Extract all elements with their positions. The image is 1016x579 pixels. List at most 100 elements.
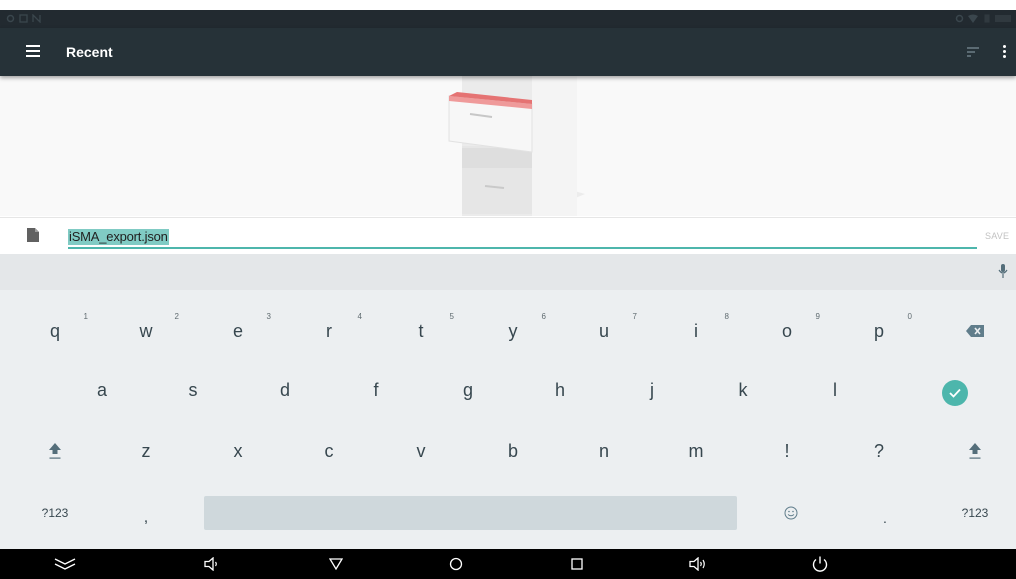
shift-key-right[interactable] — [930, 422, 1016, 480]
key-label: s — [188, 379, 198, 400]
key-r[interactable]: r4 — [284, 302, 374, 360]
key-hint: 3 — [266, 312, 271, 321]
volume-down-icon[interactable] — [192, 549, 232, 579]
key-label: c — [324, 440, 334, 461]
key-exclamation[interactable]: ! — [742, 422, 832, 480]
key-label: g — [462, 379, 473, 400]
key-p[interactable]: p0 — [834, 302, 924, 360]
key-j[interactable]: j — [607, 361, 697, 419]
key-label: o — [781, 320, 792, 341]
key-h[interactable]: h — [515, 361, 605, 419]
key-label: q — [49, 320, 60, 341]
shift-key-left[interactable] — [10, 422, 100, 480]
shift-icon — [49, 443, 61, 459]
key-label: u — [598, 320, 609, 341]
backspace-key[interactable] — [930, 302, 1016, 360]
key-label: r — [326, 320, 332, 341]
key-hint: 0 — [907, 312, 912, 321]
emoji-key[interactable] — [746, 484, 836, 542]
key-label: ?123 — [41, 506, 69, 520]
key-hint: 8 — [724, 312, 729, 321]
key-label: ! — [784, 440, 790, 461]
key-label: e — [232, 320, 243, 341]
key-hint: 6 — [541, 312, 546, 321]
key-e[interactable]: e3 — [193, 302, 283, 360]
key-label: i — [694, 320, 698, 341]
key-a[interactable]: a — [57, 361, 147, 419]
suggestion-strip — [0, 254, 1016, 290]
wifi-status-icon — [968, 14, 978, 23]
sort-icon[interactable] — [967, 47, 979, 57]
key-k[interactable]: k — [698, 361, 788, 419]
key-q[interactable]: q1 — [10, 302, 100, 360]
page-title: Recent — [66, 44, 113, 60]
key-o[interactable]: o9 — [742, 302, 832, 360]
sync-status-icon — [955, 14, 964, 23]
key-z[interactable]: z — [101, 422, 191, 480]
recents-icon[interactable] — [557, 549, 597, 579]
key-t[interactable]: t5 — [376, 302, 466, 360]
key-label: d — [279, 379, 290, 400]
shift-icon — [969, 443, 981, 459]
more-vertical-icon[interactable] — [1003, 45, 1007, 59]
filename-input[interactable]: iSMA_export.json — [68, 229, 169, 245]
key-w[interactable]: w2 — [101, 302, 191, 360]
key-label: k — [738, 379, 748, 400]
key-d[interactable]: d — [240, 361, 330, 419]
top-strip — [0, 0, 1016, 10]
key-u[interactable]: u7 — [559, 302, 649, 360]
key-v[interactable]: v — [376, 422, 466, 480]
key-s[interactable]: s — [148, 361, 238, 419]
key-m[interactable]: m — [651, 422, 741, 480]
enter-key[interactable] — [910, 364, 1000, 422]
key-label: j — [650, 379, 654, 400]
key-label: p — [873, 320, 884, 341]
key-comma[interactable]: , — [101, 489, 191, 547]
key-b[interactable]: b — [468, 422, 558, 480]
emoji-icon — [784, 506, 798, 520]
home-icon[interactable] — [436, 549, 476, 579]
clock-status-icon — [994, 14, 1014, 23]
key-l[interactable]: l — [790, 361, 880, 419]
empty-state-area — [0, 76, 1016, 216]
symbols-key-left[interactable]: ?123 — [10, 484, 100, 542]
settings-status-icon — [6, 14, 15, 23]
key-f[interactable]: f — [331, 361, 421, 419]
key-question[interactable]: ? — [834, 422, 924, 480]
power-icon[interactable] — [800, 549, 840, 579]
soft-keyboard: q1 w2 e3 r4 t5 y6 u7 i8 o9 p0 a s d f g … — [0, 254, 1016, 549]
key-n[interactable]: n — [559, 422, 649, 480]
navigation-bar — [0, 549, 1016, 579]
key-label: . — [883, 510, 887, 526]
notification-status-icon — [32, 13, 41, 24]
key-label: ? — [873, 440, 884, 461]
key-hint: 9 — [815, 312, 820, 321]
file-cabinet-illustration — [448, 76, 585, 216]
key-i[interactable]: i8 — [651, 302, 741, 360]
volume-up-icon[interactable] — [678, 549, 718, 579]
key-label: n — [598, 440, 609, 461]
space-key[interactable] — [204, 496, 737, 530]
key-hint: 2 — [174, 312, 179, 321]
key-hint: 4 — [357, 312, 362, 321]
check-circle-icon — [942, 380, 968, 406]
app-bar: Recent — [0, 28, 1016, 76]
save-filename-row: iSMA_export.json SAVE — [0, 217, 1016, 255]
key-label: , — [143, 509, 149, 526]
key-label: h — [554, 379, 565, 400]
mic-icon[interactable] — [998, 264, 1008, 279]
key-period[interactable]: . — [840, 489, 930, 547]
back-icon[interactable] — [316, 549, 356, 579]
key-label: x — [233, 440, 243, 461]
key-g[interactable]: g — [423, 361, 513, 419]
symbols-key-right[interactable]: ?123 — [930, 484, 1016, 542]
key-c[interactable]: c — [284, 422, 374, 480]
hide-keyboard-icon[interactable] — [45, 549, 85, 579]
save-button[interactable]: SAVE — [985, 230, 1009, 242]
key-label: z — [141, 440, 151, 461]
hamburger-menu-icon[interactable] — [26, 45, 40, 57]
key-x[interactable]: x — [193, 422, 283, 480]
key-y[interactable]: y6 — [468, 302, 558, 360]
storage-status-icon — [19, 14, 28, 23]
key-label: t — [418, 320, 424, 341]
